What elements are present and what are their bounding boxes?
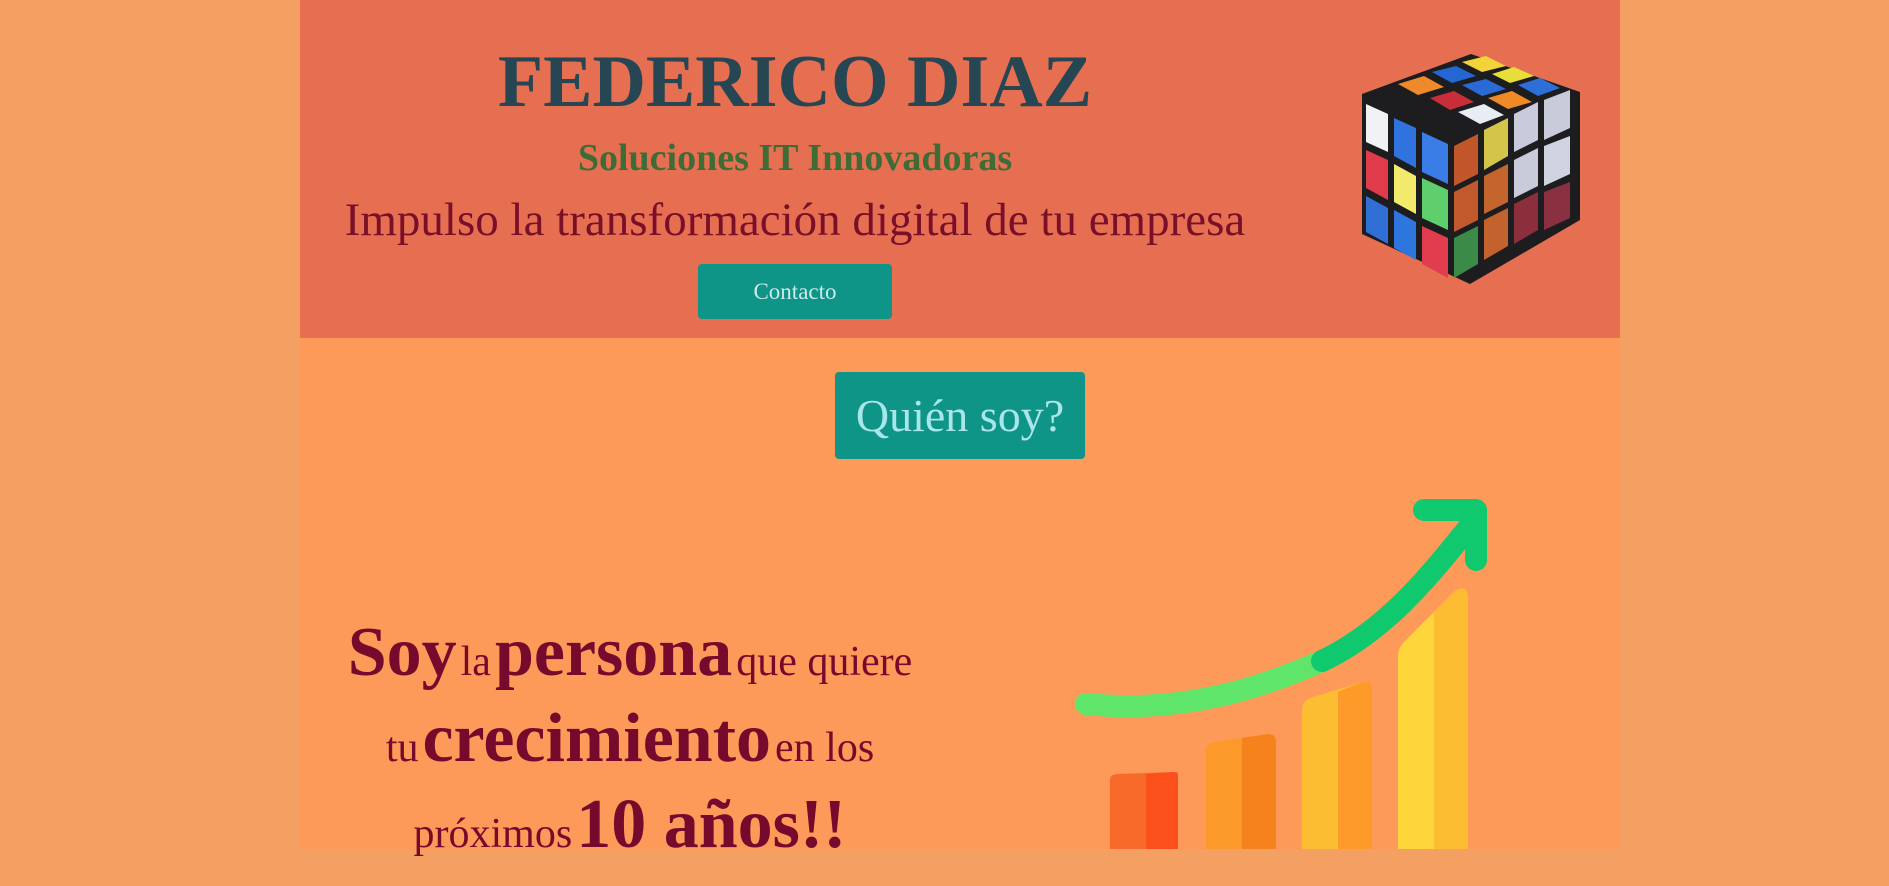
statement-line-3: próximos 10 años!!: [300, 782, 960, 868]
contact-button[interactable]: Contacto: [698, 264, 892, 319]
page: FEDERICO DIAZ Soluciones IT Innovadoras …: [300, 0, 1620, 863]
statement-word: tu: [385, 725, 419, 771]
about-me-button[interactable]: Quién soy?: [835, 372, 1085, 459]
statement-word: persona: [494, 614, 733, 691]
growth-bar-1: [1110, 772, 1178, 849]
growth-chart-icon: [1075, 499, 1487, 849]
statement-word: crecimiento: [422, 700, 772, 777]
statement-word: próximos: [413, 811, 573, 857]
growth-bar-3: [1302, 681, 1372, 849]
statement-word: la: [460, 639, 491, 685]
statement-line-1: Soy la persona que quiere: [300, 610, 960, 696]
tagline: Impulso la transformación digital de tu …: [344, 194, 1246, 246]
statement-word: 10 años!!: [576, 786, 847, 863]
site-title: FEDERICO DIAZ: [497, 41, 1093, 123]
site-subtitle: Soluciones IT Innovadoras: [577, 137, 1013, 179]
growth-bar-2: [1206, 734, 1276, 849]
statement-line-2: tu crecimiento en los: [300, 696, 960, 782]
rubiks-cube-icon: [1362, 54, 1580, 284]
about-section: Quién soy? Soy la persona que quiere tu …: [300, 338, 1620, 863]
growth-arrow: [1075, 649, 1335, 718]
statement-word: Soy: [347, 614, 457, 691]
growth-bar-4: [1398, 588, 1468, 849]
statement-word: en los: [775, 725, 875, 771]
hero-header: FEDERICO DIAZ Soluciones IT Innovadoras …: [300, 0, 1620, 338]
mission-statement: Soy la persona que quiere tu crecimiento…: [300, 610, 960, 868]
statement-word: que quiere: [736, 639, 913, 685]
